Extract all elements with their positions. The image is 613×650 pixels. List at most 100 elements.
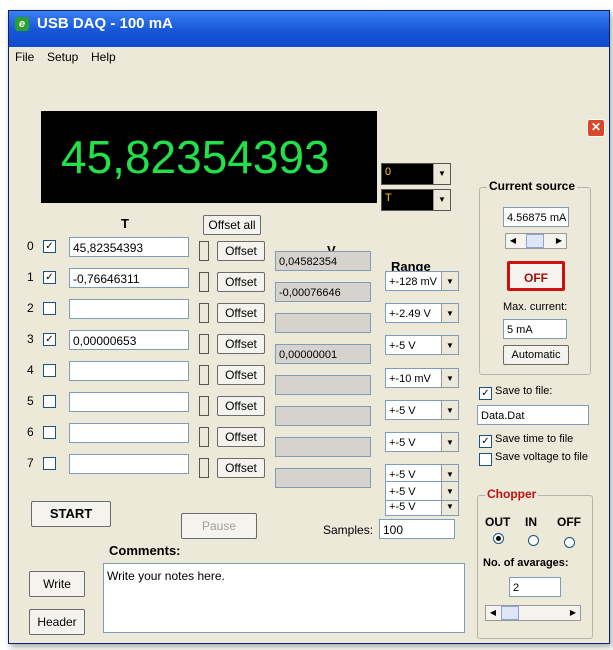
chevron-down-icon: ▼ [441, 336, 458, 355]
channel-indicator [199, 303, 209, 323]
channel-t-field[interactable]: 0,00000653 [69, 330, 189, 350]
offset-button[interactable]: Offset [217, 365, 265, 385]
offset-button[interactable]: Offset [217, 458, 265, 478]
type-select[interactable]: T ▼ [381, 189, 451, 211]
range-select[interactable]: +-5 V ▼ [385, 399, 459, 420]
save-time-label: Save time to file [495, 433, 574, 445]
channel-t-field[interactable] [69, 454, 189, 474]
header-button[interactable]: Header [29, 609, 85, 635]
write-button[interactable]: Write [29, 571, 85, 597]
main-display: 45,82354393 [41, 111, 377, 203]
channel-indicator [199, 427, 209, 447]
chopper-out-label: OUT [485, 515, 511, 529]
menu-setup[interactable]: Setup [47, 50, 78, 64]
comments-textarea[interactable]: Write your notes here. [103, 563, 465, 633]
offset-button[interactable]: Offset [217, 303, 265, 323]
averages-input[interactable]: 2 [509, 577, 561, 597]
slider-thumb[interactable] [526, 234, 544, 248]
channel-v-field: 0,04582354 [275, 251, 371, 271]
file-name-input[interactable]: Data.Dat [477, 405, 589, 425]
save-voltage-label: Save voltage to file [495, 451, 588, 463]
range-select[interactable]: +-2.49 V ▼ [385, 303, 459, 324]
range-select[interactable]: +-5 V ▼ [385, 432, 459, 452]
arrow-left-icon[interactable]: ◀ [506, 234, 520, 248]
max-current-input[interactable]: 5 mA [503, 319, 567, 339]
samples-input[interactable]: 100 [379, 519, 455, 539]
channel-indicator [199, 365, 209, 385]
channel-v-field [275, 468, 371, 488]
arrow-left-icon[interactable]: ◀ [486, 606, 500, 620]
channel-v-field [275, 437, 371, 457]
current-slider[interactable]: ◀ ▶ [505, 233, 567, 249]
channel-v-field: 0,00000001 [275, 344, 371, 364]
channel-checkbox[interactable] [43, 364, 56, 377]
app-icon: e [15, 17, 29, 31]
offset-button[interactable]: Offset [217, 272, 265, 292]
chopper-off-radio[interactable] [564, 537, 575, 548]
channel-v-field [275, 313, 371, 333]
channel-t-field[interactable] [69, 299, 189, 319]
channel-t-field[interactable]: -0,76646311 [69, 268, 189, 288]
channel-checkbox[interactable] [43, 426, 56, 439]
range-select[interactable]: +-5 V ▼ [385, 335, 459, 356]
channel-select[interactable]: 0 ▼ [381, 163, 451, 185]
chevron-down-icon: ▼ [441, 304, 458, 323]
offset-button[interactable]: Offset [217, 427, 265, 447]
chevron-down-icon: ▼ [441, 433, 458, 451]
channel-indicator [199, 241, 209, 261]
channel-t-field[interactable] [69, 423, 189, 443]
range-select-extra[interactable]: +-5 V ▼ [385, 481, 459, 501]
save-to-file-checkbox[interactable]: ✓ [479, 387, 492, 400]
channel-checkbox[interactable]: ✓ [43, 240, 56, 253]
range-select[interactable]: +-128 mV ▼ [385, 271, 459, 291]
channel-index: 5 [27, 394, 34, 408]
menu-help[interactable]: Help [91, 50, 116, 64]
automatic-button[interactable]: Automatic [503, 345, 569, 365]
channel-checkbox[interactable]: ✓ [43, 333, 56, 346]
channel-index: 2 [27, 301, 34, 315]
menu-bar: File Setup Help [9, 47, 609, 65]
start-button[interactable]: START [31, 501, 111, 527]
averages-slider[interactable]: ◀ ▶ [485, 605, 581, 621]
channel-v-field [275, 406, 371, 426]
pause-button[interactable]: Pause [181, 513, 257, 539]
chevron-down-icon: ▼ [441, 400, 458, 419]
max-current-label: Max. current: [503, 301, 568, 313]
close-button[interactable]: ✕ [587, 119, 605, 137]
offset-all-button[interactable]: Offset all [203, 215, 261, 235]
chevron-down-icon: ▼ [441, 368, 458, 387]
chevron-down-icon: ▼ [433, 164, 450, 184]
channel-index: 1 [27, 270, 34, 284]
chopper-out-radio[interactable] [493, 533, 504, 544]
menu-file[interactable]: File [15, 50, 34, 64]
averages-label: No. of avarages: [483, 557, 569, 569]
t-header: T [121, 216, 129, 231]
arrow-right-icon[interactable]: ▶ [566, 606, 580, 620]
range-select[interactable]: +-10 mV ▼ [385, 367, 459, 388]
channel-checkbox[interactable] [43, 395, 56, 408]
current-source-title: Current source [487, 179, 578, 193]
offset-button[interactable]: Offset [217, 241, 265, 261]
arrow-right-icon[interactable]: ▶ [552, 234, 566, 248]
comments-label: Comments: [109, 543, 181, 558]
channel-checkbox[interactable] [43, 302, 56, 315]
channel-checkbox[interactable]: ✓ [43, 271, 56, 284]
save-time-checkbox[interactable]: ✓ [479, 435, 492, 448]
channel-index: 3 [27, 332, 34, 346]
channel-t-field[interactable] [69, 392, 189, 412]
chopper-in-radio[interactable] [528, 535, 539, 546]
save-voltage-checkbox[interactable] [479, 453, 492, 466]
slider-thumb[interactable] [501, 606, 519, 620]
chevron-down-icon: ▼ [433, 190, 450, 210]
save-to-file-label: Save to file: [495, 385, 553, 397]
current-off-button[interactable]: OFF [507, 261, 565, 291]
current-value-field[interactable]: 4.56875 mA [503, 207, 569, 227]
channel-indicator [199, 396, 209, 416]
offset-button[interactable]: Offset [217, 396, 265, 416]
chopper-off-label: OFF [557, 515, 581, 529]
channel-checkbox[interactable] [43, 457, 56, 470]
offset-button[interactable]: Offset [217, 334, 265, 354]
channel-t-field[interactable] [69, 361, 189, 381]
channel-t-field[interactable]: 45,82354393 [69, 237, 189, 257]
channel-index: 4 [27, 363, 34, 377]
